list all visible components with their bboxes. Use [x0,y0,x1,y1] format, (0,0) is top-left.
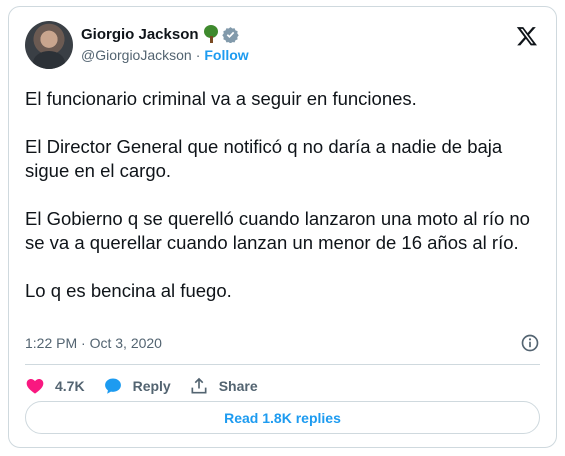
tweet-timestamp[interactable]: 1:22 PM · Oct 3, 2020 [25,335,162,351]
tweet-paragraph: El Director General que notificó q no da… [25,136,503,181]
tweet-header: Giorgio Jackson @GiorgioJackson · Follow [25,21,540,71]
action-bar: 4.7K Reply Share [25,373,276,399]
like-count: 4.7K [55,378,85,394]
author-display-name[interactable]: Giorgio Jackson [81,26,199,43]
share-label: Share [218,378,258,394]
divider [25,364,540,365]
reply-label: Reply [132,378,171,394]
reply-bubble-icon [104,378,121,394]
tweet-card: Giorgio Jackson @GiorgioJackson · Follow… [8,6,557,448]
tree-icon [203,25,219,43]
tweet-text: El funcionario criminal va a seguir en f… [25,87,545,327]
verified-badge-icon [221,26,239,43]
follow-button[interactable]: Follow [204,47,248,63]
tweet-paragraph: El Gobierno q se querelló cuando lanzaro… [25,208,530,253]
share-button[interactable]: Share [189,376,258,396]
avatar[interactable] [25,21,73,69]
read-replies-button[interactable]: Read 1.8K replies [25,401,540,434]
reply-button[interactable]: Reply [103,376,171,396]
info-icon[interactable] [520,333,540,353]
tweet-paragraph: El funcionario criminal va a seguir en f… [25,88,417,109]
author-block: Giorgio Jackson @GiorgioJackson · Follow [81,24,249,63]
tweet-meta: 1:22 PM · Oct 3, 2020 [25,333,540,353]
heart-icon [26,379,44,394]
x-logo-icon[interactable] [516,25,538,47]
share-icon [191,377,207,394]
separator-dot: · [195,47,201,63]
tweet-paragraph: Lo q es bencina al fuego. [25,280,232,301]
like-button[interactable]: 4.7K [25,376,85,396]
author-handle[interactable]: @GiorgioJackson [81,47,192,63]
